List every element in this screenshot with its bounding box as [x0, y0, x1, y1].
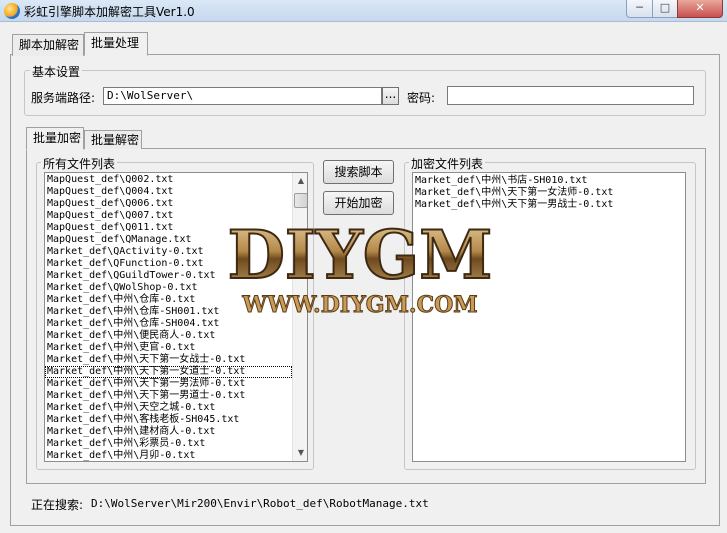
list-item[interactable]: Market_def\中州\天空之城-0.txt [45, 402, 292, 414]
server-path-label: 服务端路径: [31, 91, 96, 105]
list-item[interactable]: Market_def\中州\天下第一女道士-0.txt [45, 366, 292, 378]
list-item[interactable]: Market_def\中州\天下第一女法师-0.txt [413, 187, 683, 199]
list-item[interactable]: Market_def\中州\便民商人-0.txt [45, 330, 292, 342]
list-item[interactable]: Market_def\中州\天下第一男道士-0.txt [45, 390, 292, 402]
search-scripts-button[interactable]: 搜索脚本 [323, 160, 394, 184]
list-item[interactable]: Market_def\中州\天下第一女战士-0.txt [45, 354, 292, 366]
scroll-thumb[interactable] [294, 193, 307, 208]
list-item[interactable]: MapQuest_def\Q002.txt [45, 174, 292, 186]
title-bar[interactable]: 彩虹引擎脚本加解密工具Ver1.0 ─ □ ✕ [0, 0, 727, 22]
watermark-url: WWW.DIYGM.COM [241, 292, 477, 318]
list-item[interactable]: Market_def\中州\吏官-0.txt [45, 342, 292, 354]
list-item[interactable]: Market_def\中州\建材商人-0.txt [45, 426, 292, 438]
app-icon [4, 3, 20, 19]
all-files-legend: 所有文件列表 [41, 155, 118, 172]
status-label: 正在搜索: [31, 498, 84, 512]
list-item[interactable]: Market_def\中州\天下第一男法师-0.txt [45, 378, 292, 390]
list-item[interactable]: MapQuest_def\Q004.txt [45, 186, 292, 198]
list-item[interactable]: Market_def\中州\月卯-0.txt [45, 450, 292, 461]
list-item[interactable]: Market_def\中州\彩票员-0.txt [45, 438, 292, 450]
encrypted-files-legend: 加密文件列表 [409, 155, 486, 172]
tab-script-crypt[interactable]: 脚本加解密 [12, 34, 84, 56]
close-button[interactable]: ✕ [677, 0, 723, 18]
minimize-button[interactable]: ─ [626, 0, 653, 18]
diygm-watermark-logo: DIYGM WWW.DIYGM.COM [210, 212, 510, 324]
password-label: 密码: [407, 91, 436, 105]
window-title: 彩虹引擎脚本加解密工具Ver1.0 [24, 5, 195, 19]
list-item[interactable]: Market_def\中州\客栈老板-SH045.txt [45, 414, 292, 426]
list-item[interactable]: Market_def\中州\天下第一男战士-0.txt [413, 199, 683, 211]
tab-batch-processing[interactable]: 批量处理 [84, 32, 148, 56]
list-item[interactable]: Market_def\中州\书店-SH010.txt [413, 175, 683, 187]
server-path-input[interactable]: D:\WolServer\ [103, 87, 382, 105]
maximize-button[interactable]: □ [652, 0, 678, 18]
encrypted-files-list: Market_def\中州\书店-SH010.txt Market_def\中州\… [413, 175, 683, 211]
basic-settings-legend: 基本设置 [30, 63, 83, 80]
scroll-up-arrow-icon[interactable]: ▲ [293, 173, 307, 189]
password-input[interactable] [447, 86, 694, 105]
status-path: D:\WolServer\Mir200\Envir\Robot_def\Robo… [91, 497, 429, 510]
scroll-down-arrow-icon[interactable]: ▼ [293, 445, 307, 461]
browse-button[interactable]: ... [382, 87, 399, 105]
list-item[interactable]: MapQuest_def\Q006.txt [45, 198, 292, 210]
tab-batch-decrypt[interactable]: 批量解密 [84, 130, 142, 149]
watermark-brand: DIYGM [228, 216, 493, 294]
tab-batch-encrypt[interactable]: 批量加密 [26, 127, 84, 150]
